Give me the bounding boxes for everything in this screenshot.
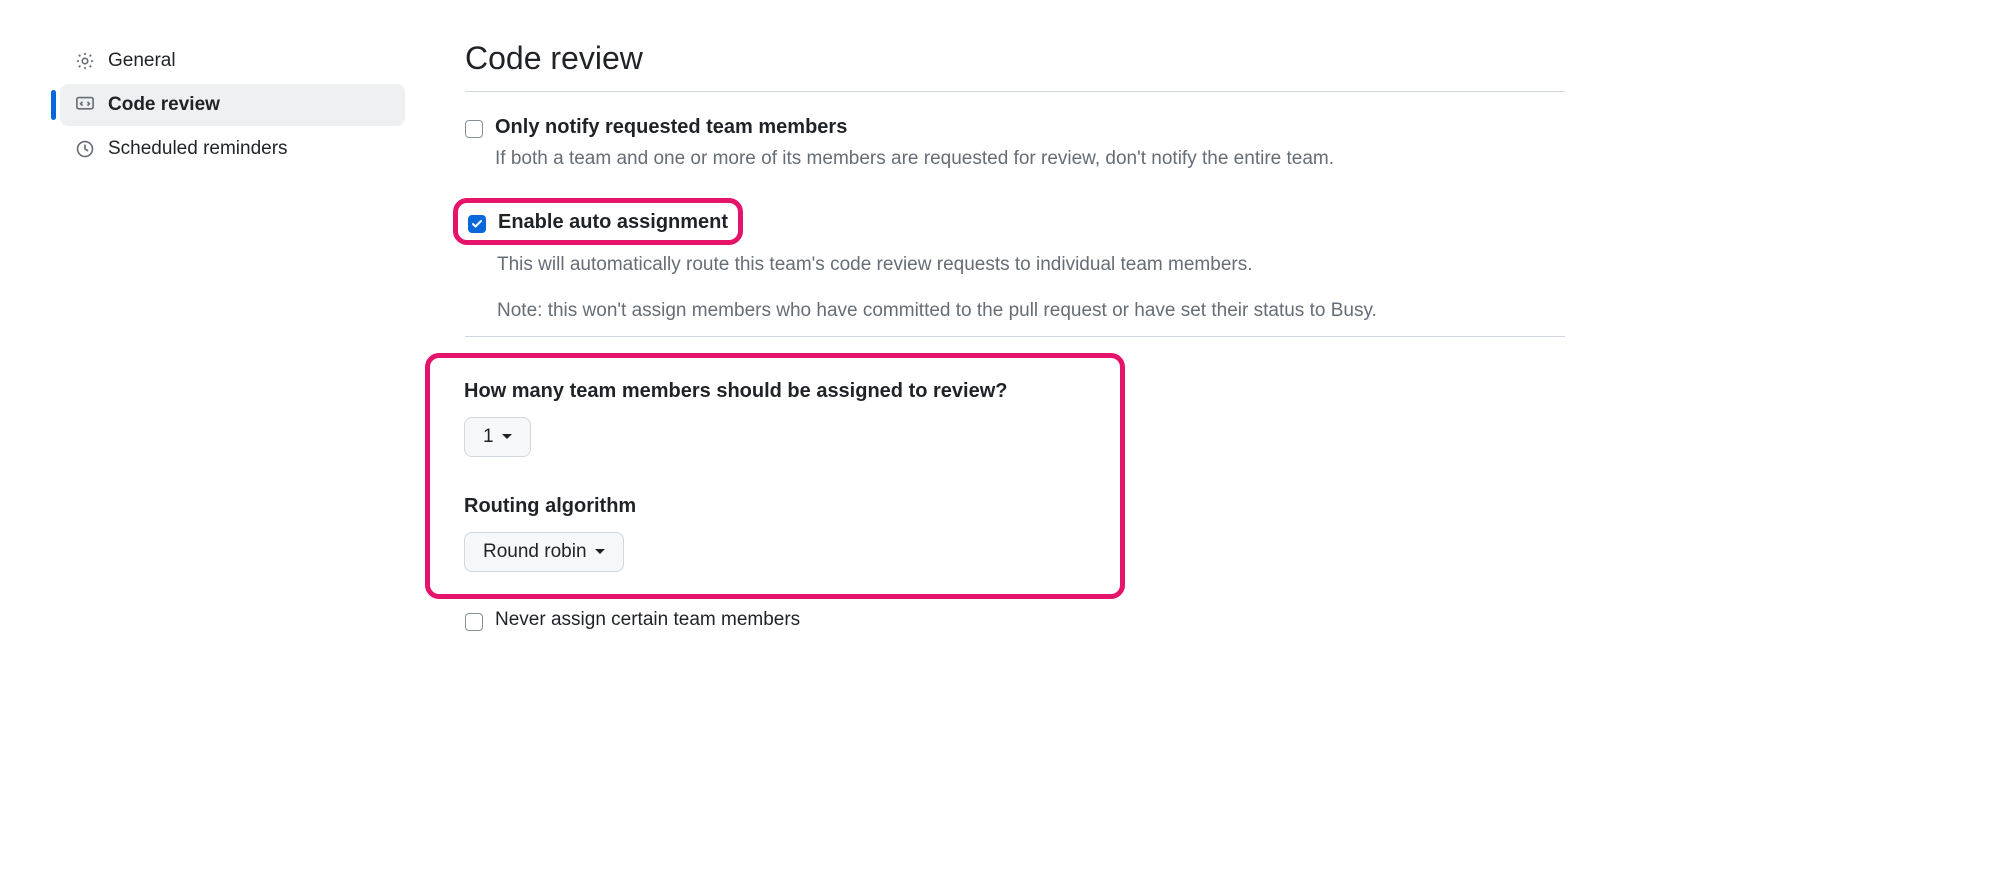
code-review-icon (74, 94, 96, 116)
highlight-routing-settings: How many team members should be assigned… (425, 353, 1125, 599)
auto-assign-label: Enable auto assignment (498, 211, 728, 234)
setting-reviewers-count: How many team members should be assigned… (464, 380, 1086, 457)
sidebar-item-scheduled-reminders[interactable]: Scheduled reminders (60, 128, 405, 170)
never-assign-label: Never assign certain team members (495, 609, 800, 631)
reviewers-count-label: How many team members should be assigned… (464, 380, 1086, 403)
page-title: Code review (465, 40, 1565, 77)
only-notify-checkbox[interactable] (465, 120, 483, 138)
auto-assign-desc: This will automatically route this team'… (497, 251, 1565, 280)
auto-assign-checkbox[interactable] (468, 215, 486, 233)
settings-sidebar: General Code review Scheduled reminder (60, 40, 405, 631)
routing-label: Routing algorithm (464, 495, 1086, 518)
gear-icon (74, 50, 96, 72)
never-assign-checkbox[interactable] (465, 613, 483, 631)
sidebar-item-code-review[interactable]: Code review (60, 84, 405, 126)
only-notify-label: Only notify requested team members (495, 116, 1334, 139)
main-content: Code review Only notify requested team m… (465, 40, 1565, 631)
setting-routing-algorithm: Routing algorithm Round robin (464, 495, 1086, 572)
sidebar-item-general[interactable]: General (60, 40, 405, 82)
reviewers-count-select[interactable]: 1 (464, 417, 531, 457)
routing-select[interactable]: Round robin (464, 532, 624, 572)
divider (465, 336, 1565, 337)
sidebar-item-label: Scheduled reminders (108, 138, 288, 160)
sidebar-item-label: Code review (108, 94, 220, 116)
setting-only-notify: Only notify requested team members If bo… (465, 92, 1565, 174)
sidebar-item-label: General (108, 50, 176, 72)
caret-down-icon (595, 549, 605, 554)
setting-auto-assign: Enable auto assignment This will automat… (465, 174, 1565, 326)
setting-never-assign: Never assign certain team members (465, 609, 1565, 631)
caret-down-icon (502, 434, 512, 439)
clock-icon (74, 138, 96, 160)
reviewers-count-value: 1 (483, 426, 494, 448)
routing-value: Round robin (483, 541, 587, 563)
auto-assign-note: Note: this won't assign members who have… (497, 297, 1565, 326)
only-notify-desc: If both a team and one or more of its me… (495, 145, 1334, 174)
highlight-auto-assign: Enable auto assignment (453, 198, 743, 245)
